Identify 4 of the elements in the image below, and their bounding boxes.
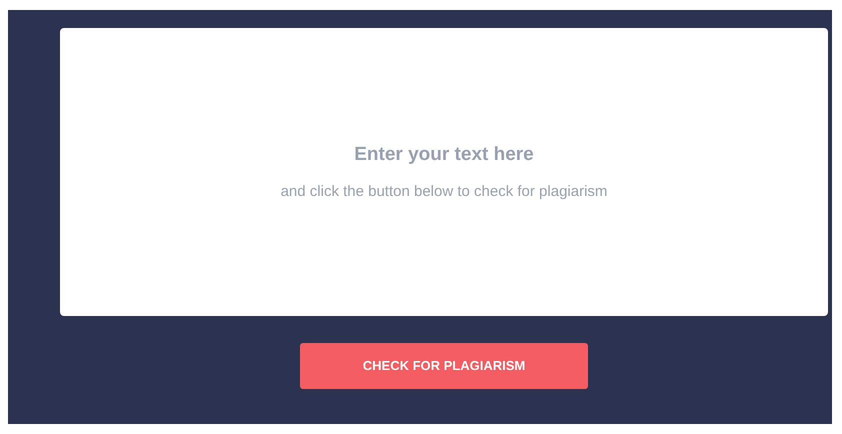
placeholder-hint: and click the button below to check for plagiarism [280, 182, 608, 202]
placeholder-title: Enter your text here [354, 142, 534, 166]
text-input-field[interactable]: Enter your text here and click the button below to check for plagiarism [60, 28, 828, 316]
check-plagiarism-button[interactable]: CHECK FOR PLAGIARISM [300, 343, 588, 389]
